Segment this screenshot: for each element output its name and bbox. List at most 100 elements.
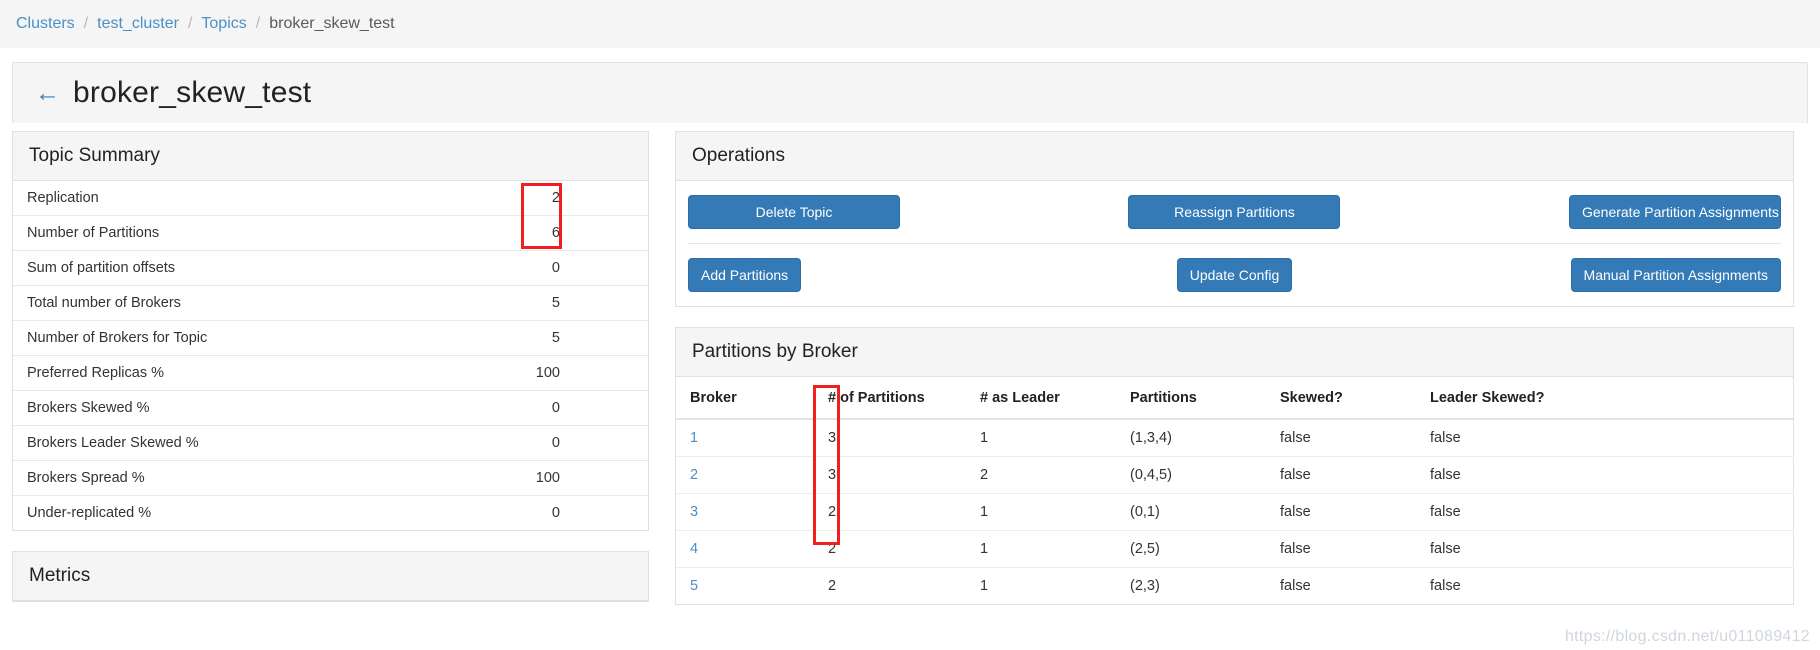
leader-skewed-cell: false	[1416, 493, 1793, 531]
table-row: 4 2 1 (2,5) false false	[676, 530, 1793, 568]
summary-label: Brokers Leader Skewed %	[13, 425, 409, 461]
topic-summary-panel: Topic Summary Replication 2 Number of Pa…	[12, 131, 649, 531]
operations-row-1: Delete Topic Reassign Partitions Generat…	[688, 195, 1781, 243]
operations-cell: Manual Partition Assignments	[1417, 258, 1781, 293]
back-arrow-icon[interactable]: ←	[35, 80, 60, 106]
table-row: 5 2 1 (2,3) false false	[676, 567, 1793, 605]
breadcrumb-item-clusters[interactable]: Clusters	[16, 15, 75, 33]
num-partitions-cell: 2	[814, 567, 966, 605]
add-partitions-button[interactable]: Add Partitions	[688, 258, 802, 293]
partitions-cell: (1,3,4)	[1130, 430, 1172, 447]
metrics-panel: Metrics	[12, 551, 649, 602]
delete-topic-button[interactable]: Delete Topic	[688, 195, 900, 230]
operations-panel: Operations Delete Topic Reassign Partiti…	[675, 131, 1794, 308]
summary-value: 0	[408, 425, 648, 461]
table-row: 1 3 1 (1,3,4) false false	[676, 419, 1793, 457]
partitions-cell: (0,4,5)	[1116, 456, 1266, 494]
summary-label: Brokers Skewed %	[13, 390, 409, 426]
table-row: Preferred Replicas % 100	[13, 355, 648, 391]
num-partitions-cell: 3	[828, 430, 837, 447]
summary-value: 100	[408, 355, 648, 391]
operations-cell: Delete Topic	[688, 195, 1052, 230]
right-column: Operations Delete Topic Reassign Partiti…	[675, 131, 1794, 606]
table-row: Number of Brokers for Topic 5	[13, 320, 648, 356]
as-leader-cell: 2	[966, 456, 1116, 494]
as-leader-cell: 1	[966, 530, 1116, 568]
operations-cell: Reassign Partitions	[1052, 195, 1416, 230]
skewed-cell: false	[1266, 493, 1416, 531]
broker-cell: 5	[676, 567, 814, 605]
column-header-broker: Broker	[676, 377, 814, 421]
operations-title: Operations	[676, 132, 1793, 181]
operations-cell: Update Config	[1052, 258, 1416, 293]
operations-body: Delete Topic Reassign Partitions Generat…	[676, 181, 1793, 306]
broker-link[interactable]: 3	[690, 504, 698, 520]
column-header-skewed: Skewed?	[1266, 377, 1416, 421]
summary-value: 100	[408, 460, 648, 496]
summary-label: Brokers Spread %	[13, 460, 409, 496]
skewed-cell: false	[1280, 430, 1311, 447]
page-header: ← broker_skew_test	[12, 62, 1808, 123]
summary-value: 2	[551, 190, 560, 206]
operations-cell: Generate Partition Assignments	[1417, 195, 1781, 230]
partitions-cell: (2,5)	[1116, 530, 1266, 568]
table-row: Replication 2	[13, 181, 648, 216]
update-config-button[interactable]: Update Config	[1176, 258, 1293, 293]
summary-label: Sum of partition offsets	[13, 250, 409, 286]
breadcrumb-item-test-cluster[interactable]: test_cluster	[97, 15, 179, 33]
broker-link[interactable]: 4	[690, 541, 698, 557]
table-header-row: Broker # of Partitions # as Leader Parti…	[676, 377, 1793, 421]
column-header-leader-skewed: Leader Skewed?	[1416, 377, 1793, 421]
leader-skewed-cell: false	[1416, 530, 1793, 568]
table-row: Brokers Spread % 100	[13, 460, 648, 496]
page-root: Clusters / test_cluster / Topics / broke…	[0, 0, 1820, 650]
summary-value: 0	[408, 495, 648, 530]
num-partitions-cell: 2	[814, 530, 966, 568]
table-row: Total number of Brokers 5	[13, 285, 648, 321]
broker-cell: 2	[676, 456, 814, 494]
column-header-num-partitions: # of Partitions	[814, 377, 966, 421]
breadcrumb-separator: /	[255, 15, 261, 32]
table-row: Brokers Leader Skewed % 0	[13, 425, 648, 461]
breadcrumb: Clusters / test_cluster / Topics / broke…	[0, 0, 1820, 48]
breadcrumb-separator: /	[83, 15, 89, 32]
broker-link[interactable]: 5	[690, 578, 698, 594]
broker-link[interactable]: 2	[690, 467, 698, 483]
summary-label: Number of Brokers for Topic	[13, 320, 409, 356]
broker-cell: 4	[676, 530, 814, 568]
summary-value: 0	[408, 390, 648, 426]
skewed-cell: false	[1266, 456, 1416, 494]
operations-row-2: Add Partitions Update Config Manual Part…	[688, 243, 1781, 306]
summary-label: Preferred Replicas %	[13, 355, 409, 391]
summary-value: 0	[408, 250, 648, 286]
summary-label: Replication	[27, 190, 99, 206]
left-column: Topic Summary Replication 2 Number of Pa…	[12, 131, 649, 605]
as-leader-cell: 1	[966, 567, 1116, 605]
summary-value: 5	[408, 320, 648, 356]
table-row: Under-replicated % 0	[13, 495, 648, 530]
broker-cell: 1	[676, 419, 814, 457]
leader-skewed-cell: false	[1416, 567, 1793, 605]
leader-skewed-cell: false	[1416, 456, 1793, 494]
skewed-cell: false	[1266, 567, 1416, 605]
reassign-partitions-button[interactable]: Reassign Partitions	[1128, 195, 1341, 230]
skewed-cell: false	[1266, 530, 1416, 568]
generate-partition-assignments-button[interactable]: Generate Partition Assignments	[1568, 195, 1781, 230]
num-partitions-cell: 2	[814, 493, 966, 531]
operations-cell: Add Partitions	[688, 258, 1052, 293]
as-leader-cell: 1	[980, 430, 989, 447]
breadcrumb-item-topics[interactable]: Topics	[201, 15, 246, 33]
table-row: Number of Partitions 6	[13, 215, 648, 251]
broker-link[interactable]: 1	[690, 430, 698, 446]
content-columns: Topic Summary Replication 2 Number of Pa…	[0, 131, 1820, 606]
breadcrumb-item-current: broker_skew_test	[269, 15, 395, 32]
summary-label: Total number of Brokers	[13, 285, 409, 321]
topic-summary-table: Replication 2 Number of Partitions 6 Sum…	[13, 181, 648, 530]
page-title: broker_skew_test	[73, 76, 312, 109]
column-header-partitions: Partitions	[1116, 377, 1266, 421]
column-header-as-leader: # as Leader	[966, 377, 1116, 421]
partitions-by-broker-title: Partitions by Broker	[676, 328, 1793, 378]
manual-partition-assignments-button[interactable]: Manual Partition Assignments	[1570, 258, 1781, 293]
summary-label: Under-replicated %	[13, 495, 409, 530]
partitions-cell: (0,1)	[1116, 493, 1266, 531]
